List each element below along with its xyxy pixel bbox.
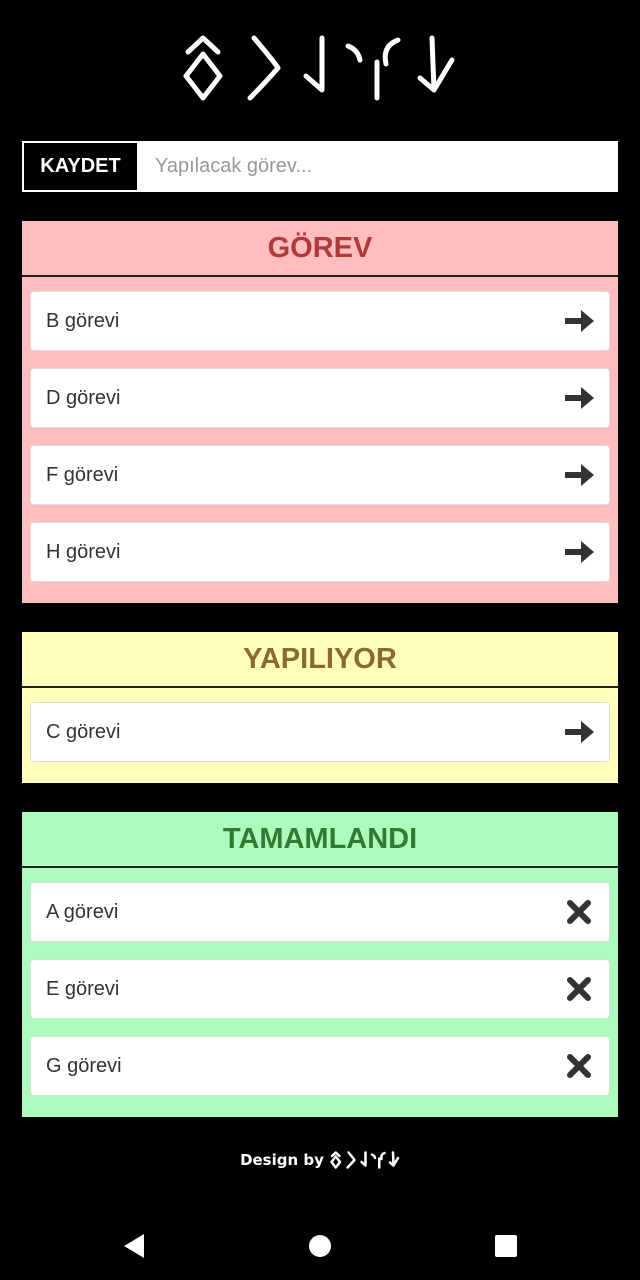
task-label: E görevi (46, 977, 120, 1000)
back-icon[interactable] (120, 1232, 148, 1260)
arrow-right-icon[interactable] (563, 718, 595, 746)
task-card[interactable]: C görevi (30, 702, 610, 762)
close-x-icon[interactable] (563, 898, 595, 926)
task-card[interactable]: F görevi (30, 445, 610, 505)
footer-credit: Design by (0, 1150, 640, 1170)
task-label: D görevi (46, 386, 121, 409)
done-column: TAMAMLANDI A görevi E görevi G görevi (22, 812, 618, 1117)
arrow-right-icon[interactable] (563, 307, 595, 335)
new-task-bar: KAYDET (22, 141, 618, 192)
task-label: H görevi (46, 540, 121, 563)
footer-prefix: Design by (240, 1151, 324, 1169)
arrow-right-icon[interactable] (563, 461, 595, 489)
task-label: F görevi (46, 463, 119, 486)
todo-column-title: GÖREV (22, 221, 618, 277)
doing-column-title: YAPILIYOR (22, 632, 618, 688)
task-card[interactable]: G görevi (30, 1036, 610, 1096)
task-card[interactable]: A görevi (30, 882, 610, 942)
logo-runes-icon (183, 35, 455, 101)
task-card[interactable]: B görevi (30, 291, 610, 351)
todo-column: GÖREV B görevi D görevi F görevi H görev… (22, 221, 618, 603)
task-card[interactable]: H görevi (30, 522, 610, 582)
system-navbar (0, 1212, 640, 1280)
home-icon[interactable] (306, 1232, 334, 1260)
doing-column: YAPILIYOR C görevi (22, 632, 618, 783)
close-x-icon[interactable] (563, 1052, 595, 1080)
footer-logo-runes-icon (330, 1151, 400, 1169)
task-label: G görevi (46, 1054, 122, 1077)
arrow-right-icon[interactable] (563, 538, 595, 566)
done-column-title: TAMAMLANDI (22, 812, 618, 868)
task-label: B görevi (46, 309, 120, 332)
recents-icon[interactable] (492, 1232, 520, 1260)
app-logo (0, 32, 640, 104)
task-card[interactable]: E görevi (30, 959, 610, 1019)
save-button[interactable]: KAYDET (24, 143, 137, 190)
arrow-right-icon[interactable] (563, 384, 595, 412)
task-input[interactable] (137, 143, 616, 190)
task-label: C görevi (46, 720, 121, 743)
task-card[interactable]: D görevi (30, 368, 610, 428)
task-label: A görevi (46, 900, 119, 923)
close-x-icon[interactable] (563, 975, 595, 1003)
